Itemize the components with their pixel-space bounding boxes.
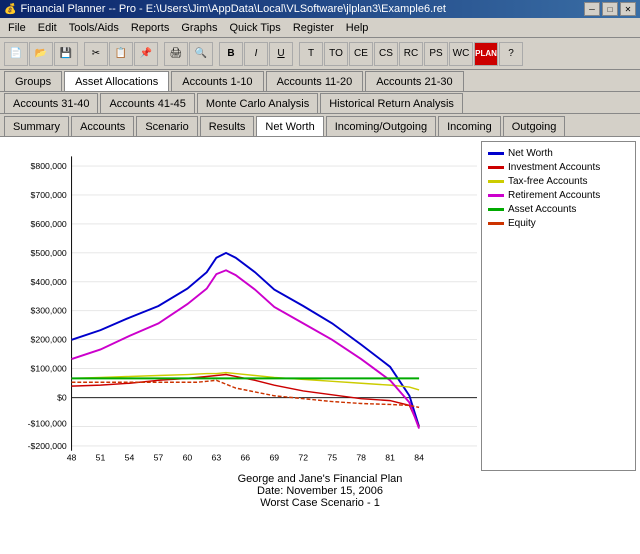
svg-text:$500,000: $500,000: [31, 248, 67, 258]
menu-quicktips[interactable]: Quick Tips: [223, 20, 286, 36]
chart-svg: $800,000 $700,000 $600,000 $500,000 $400…: [4, 141, 477, 471]
chart-with-axis: $800,000 $700,000 $600,000 $500,000 $400…: [4, 141, 477, 471]
menu-register[interactable]: Register: [287, 20, 340, 36]
tabs-row2: Accounts 31-40 Accounts 41-45 Monte Carl…: [0, 92, 640, 114]
menu-bar: File Edit Tools/Aids Reports Graphs Quic…: [0, 18, 640, 38]
title-bar: 💰 Financial Planner -- Pro - E:\Users\Ji…: [0, 0, 640, 18]
menu-file[interactable]: File: [2, 20, 32, 36]
tab-monte-carlo[interactable]: Monte Carlo Analysis: [197, 93, 318, 113]
tab-incoming[interactable]: Incoming: [438, 116, 501, 136]
svg-text:-$200,000: -$200,000: [28, 441, 67, 451]
tab-results[interactable]: Results: [200, 116, 255, 136]
svg-text:$800,000: $800,000: [31, 161, 67, 171]
menu-reports[interactable]: Reports: [125, 20, 176, 36]
chart-panel: $800,000 $700,000 $600,000 $500,000 $400…: [0, 137, 640, 554]
chart-footer: George and Jane's Financial Plan Date: N…: [4, 471, 636, 513]
tab-summary[interactable]: Summary: [4, 116, 69, 136]
svg-text:57: 57: [154, 452, 164, 462]
tab-asset-allocations[interactable]: Asset Allocations: [64, 71, 169, 91]
toolbar-preview[interactable]: 🔍: [189, 42, 213, 66]
chart-legend: Net Worth Investment Accounts Tax-free A…: [481, 141, 636, 471]
svg-text:54: 54: [125, 452, 135, 462]
toolbar-copy[interactable]: 📋: [109, 42, 133, 66]
toolbar-open[interactable]: 📂: [29, 42, 53, 66]
footer-line3: Worst Case Scenario - 1: [4, 497, 636, 509]
toolbar-paste[interactable]: 📌: [134, 42, 158, 66]
legend-asset: Asset Accounts: [488, 204, 629, 215]
toolbar-rc[interactable]: RC: [399, 42, 423, 66]
tab-incoming-outgoing[interactable]: Incoming/Outgoing: [326, 116, 436, 136]
menu-tools[interactable]: Tools/Aids: [63, 20, 125, 36]
toolbar: 📄 📂 💾 ✂ 📋 📌 🖨 🔍 B I U T TO CE CS RC PS W…: [0, 38, 640, 70]
svg-text:$100,000: $100,000: [31, 364, 67, 374]
minimize-button[interactable]: ─: [584, 2, 600, 16]
toolbar-save[interactable]: 💾: [54, 42, 78, 66]
toolbar-to[interactable]: TO: [324, 42, 348, 66]
legend-retirement: Retirement Accounts: [488, 190, 629, 201]
window-title: Financial Planner -- Pro - E:\Users\Jim\…: [20, 3, 584, 15]
svg-text:$400,000: $400,000: [31, 277, 67, 287]
chart-area-wrapper: $800,000 $700,000 $600,000 $500,000 $400…: [4, 141, 636, 471]
toolbar-i[interactable]: I: [244, 42, 268, 66]
toolbar-t[interactable]: T: [299, 42, 323, 66]
toolbar-logo[interactable]: PLAN: [474, 42, 498, 66]
legend-net-worth: Net Worth: [488, 148, 629, 159]
footer-line1: George and Jane's Financial Plan: [4, 473, 636, 485]
tab-groups[interactable]: Groups: [4, 71, 62, 91]
svg-text:$200,000: $200,000: [31, 335, 67, 345]
svg-text:48: 48: [67, 452, 77, 462]
menu-edit[interactable]: Edit: [32, 20, 63, 36]
app-icon: 💰: [4, 4, 16, 15]
tab-accounts[interactable]: Accounts: [71, 116, 134, 136]
tab-scenario[interactable]: Scenario: [136, 116, 197, 136]
toolbar-help2[interactable]: ?: [499, 42, 523, 66]
toolbar-new[interactable]: 📄: [4, 42, 28, 66]
svg-text:$600,000: $600,000: [31, 219, 67, 229]
tab-historical-return[interactable]: Historical Return Analysis: [320, 93, 463, 113]
toolbar-cut[interactable]: ✂: [84, 42, 108, 66]
maximize-button[interactable]: □: [602, 2, 618, 16]
tabs-row3: Summary Accounts Scenario Results Net Wo…: [0, 114, 640, 137]
toolbar-ce[interactable]: CE: [349, 42, 373, 66]
main-content: Summary Accounts Scenario Results Net Wo…: [0, 114, 640, 554]
svg-text:69: 69: [269, 452, 279, 462]
toolbar-ps[interactable]: PS: [424, 42, 448, 66]
svg-text:$700,000: $700,000: [31, 190, 67, 200]
svg-text:$0: $0: [57, 393, 67, 403]
legend-investment: Investment Accounts: [488, 162, 629, 173]
toolbar-u[interactable]: U: [269, 42, 293, 66]
legend-taxfree: Tax-free Accounts: [488, 176, 629, 187]
svg-text:81: 81: [385, 452, 395, 462]
svg-text:72: 72: [298, 452, 308, 462]
svg-text:51: 51: [96, 452, 106, 462]
svg-text:75: 75: [327, 452, 337, 462]
footer-line2: Date: November 15, 2006: [4, 485, 636, 497]
close-button[interactable]: ✕: [620, 2, 636, 16]
menu-graphs[interactable]: Graphs: [175, 20, 223, 36]
svg-text:66: 66: [240, 452, 250, 462]
toolbar-cs[interactable]: CS: [374, 42, 398, 66]
tab-accounts-21-30[interactable]: Accounts 21-30: [365, 71, 463, 91]
tabs-row1: Groups Asset Allocations Accounts 1-10 A…: [0, 70, 640, 92]
window-controls: ─ □ ✕: [584, 2, 636, 16]
svg-text:63: 63: [212, 452, 222, 462]
svg-text:-$100,000: -$100,000: [28, 419, 67, 429]
tab-accounts-41-45[interactable]: Accounts 41-45: [100, 93, 194, 113]
toolbar-wc[interactable]: WC: [449, 42, 473, 66]
tab-outgoing[interactable]: Outgoing: [503, 116, 566, 136]
tab-accounts-31-40[interactable]: Accounts 31-40: [4, 93, 98, 113]
svg-text:60: 60: [183, 452, 193, 462]
tab-accounts-11-20[interactable]: Accounts 11-20: [266, 71, 364, 91]
tab-net-worth[interactable]: Net Worth: [256, 116, 323, 136]
legend-equity: Equity: [488, 218, 629, 229]
menu-help[interactable]: Help: [340, 20, 375, 36]
tab-accounts-1-10[interactable]: Accounts 1-10: [171, 71, 263, 91]
toolbar-print[interactable]: 🖨: [164, 42, 188, 66]
svg-text:84: 84: [414, 452, 424, 462]
svg-text:$300,000: $300,000: [31, 306, 67, 316]
toolbar-b[interactable]: B: [219, 42, 243, 66]
svg-text:78: 78: [356, 452, 366, 462]
